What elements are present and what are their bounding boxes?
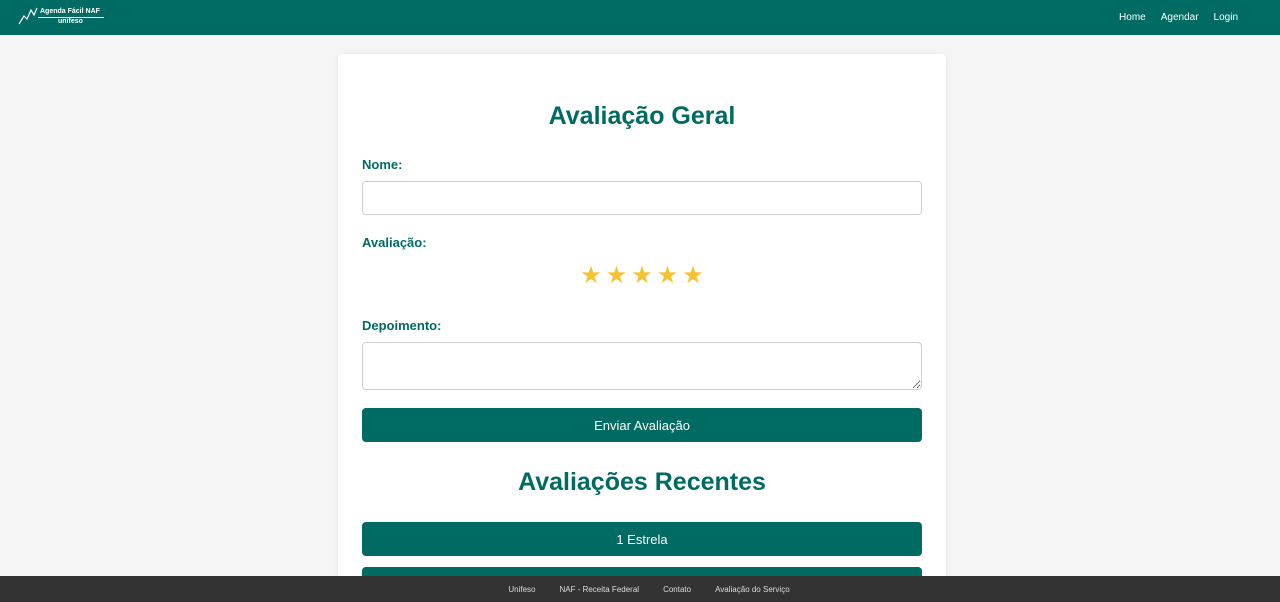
recent-review-item[interactable]: 1 Estrela <box>362 522 922 556</box>
rating-label: Avaliação: <box>362 235 427 250</box>
star-1-icon[interactable]: ★ <box>580 264 602 288</box>
nav-links: Home Agendar Login <box>1119 12 1238 23</box>
nav-agendar-link[interactable]: Agendar <box>1161 12 1199 23</box>
star-2-icon[interactable]: ★ <box>606 264 628 288</box>
page-title: Avaliação Geral <box>548 102 736 130</box>
mountain-logo-icon <box>18 7 38 24</box>
footer-service-evaluation-link[interactable]: Avaliação do Serviço <box>715 585 790 594</box>
submit-evaluation-button[interactable]: Enviar Avaliação <box>362 408 922 442</box>
nav-home-link[interactable]: Home <box>1119 12 1146 23</box>
footer: Unifeso NAF - Receita Federal Contato Av… <box>0 576 1280 602</box>
star-3-icon[interactable]: ★ <box>631 264 653 288</box>
star-rating: ★ ★ ★ ★ ★ <box>338 264 946 288</box>
name-label: Nome: <box>362 157 403 172</box>
testimony-label: Depoimento: <box>362 318 442 333</box>
nav-login-link[interactable]: Login <box>1214 12 1238 23</box>
footer-naf-link[interactable]: NAF - Receita Federal <box>559 585 639 594</box>
footer-unifeso-link[interactable]: Unifeso <box>508 585 535 594</box>
logo[interactable]: Agenda Fácil NAF unifeso <box>18 5 108 31</box>
navbar: Agenda Fácil NAF unifeso Home Agendar Lo… <box>0 0 1280 35</box>
name-input[interactable] <box>362 181 922 215</box>
star-5-icon[interactable]: ★ <box>682 264 704 288</box>
star-4-icon[interactable]: ★ <box>657 264 679 288</box>
logo-title: Agenda Fácil NAF <box>40 7 100 15</box>
recent-reviews-title: Avaliações Recentes <box>518 468 766 496</box>
footer-contact-link[interactable]: Contato <box>663 585 691 594</box>
testimony-textarea[interactable] <box>362 342 922 390</box>
evaluation-card: Avaliação Geral Nome: Avaliação: ★ ★ ★ ★… <box>338 54 946 601</box>
logo-subtitle: unifeso <box>58 17 83 25</box>
